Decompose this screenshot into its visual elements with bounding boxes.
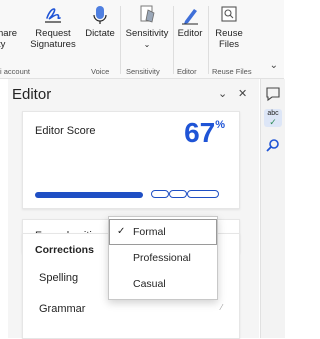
editor-score-value: 67% — [184, 117, 225, 148]
reuse-files-label: Reuse Files — [215, 28, 243, 50]
editor-pen-icon — [182, 9, 198, 25]
corrections-header: Corrections — [35, 244, 94, 256]
menu-item-formal[interactable]: ✓ Formal — [109, 219, 217, 245]
group-label-account: i account — [0, 67, 31, 76]
sensitivity-label: Sensitivity — [125, 28, 169, 39]
editor-score-label: Editor Score — [35, 125, 96, 137]
spelling-item[interactable]: Spelling — [39, 272, 78, 284]
sensitivity-button[interactable]: Sensitivity ⌄ — [122, 0, 172, 50]
partial-ribbon-label: hare — [0, 28, 18, 39]
reuse-files-button[interactable]: Reuse Files — [210, 0, 248, 50]
partial-ribbon-button[interactable]: hare ty — [0, 0, 18, 50]
group-label-editor: Editor — [177, 67, 197, 76]
request-signatures-button[interactable]: Request Signatures — [26, 0, 80, 50]
reuse-files-icon — [221, 6, 237, 22]
pane-options-chevron-icon[interactable]: ⌄ — [218, 87, 227, 100]
microphone-icon — [93, 6, 107, 24]
close-icon[interactable]: ✕ — [238, 87, 247, 100]
partial-ribbon-label-2: ty — [0, 39, 6, 50]
menu-item-professional[interactable]: Professional — [109, 245, 217, 271]
group-label-voice: Voice — [91, 67, 110, 76]
progress-segment — [169, 190, 187, 198]
checkmark-icon: ✓ — [117, 226, 126, 237]
progress-segment — [151, 190, 169, 198]
grammar-count-icon: ⁄ — [221, 303, 223, 312]
comment-icon[interactable] — [264, 85, 282, 103]
ribbon-separator — [120, 6, 121, 74]
editor-label: Editor — [177, 28, 203, 39]
ribbon-separator — [208, 6, 209, 74]
editor-score-progress-bar — [35, 192, 143, 198]
dictate-label: Dictate — [85, 28, 115, 39]
search-icon[interactable] — [264, 137, 282, 155]
formality-menu: ✓ Formal Professional Casual — [108, 216, 218, 300]
group-label-reuse-files: Reuse Files — [212, 67, 252, 76]
editor-button[interactable]: Editor — [174, 0, 206, 39]
dictate-button[interactable]: Dictate — [82, 0, 118, 39]
spellcheck-icon[interactable]: abc ✓ — [264, 109, 282, 127]
pane-title: Editor — [12, 86, 52, 103]
collapse-ribbon-icon[interactable]: ⌄ — [270, 60, 278, 71]
signature-icon — [45, 8, 61, 23]
progress-segment — [187, 190, 219, 198]
sensitivity-icon — [140, 5, 155, 23]
grammar-item[interactable]: Grammar — [39, 303, 85, 315]
menu-item-casual[interactable]: Casual — [109, 271, 217, 297]
chevron-down-icon: ⌄ — [143, 40, 151, 49]
group-label-sensitivity: Sensitivity — [126, 67, 160, 76]
right-rail: abc ✓ — [260, 79, 285, 338]
request-signatures-label: Request Signatures — [30, 28, 76, 50]
editor-score-card: Editor Score 67% — [22, 111, 240, 209]
ribbon: hare ty i account Request Signatures Dic… — [0, 0, 284, 79]
